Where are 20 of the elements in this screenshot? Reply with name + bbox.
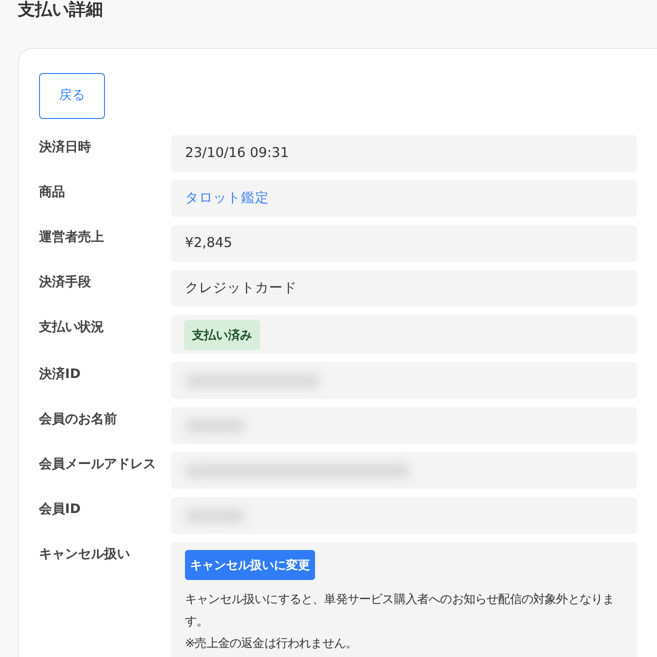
field-label: 決済ID: [39, 366, 82, 384]
field-label: 決済日時: [39, 138, 92, 157]
field-label: 運営者売上: [39, 229, 105, 247]
field-value: クレジットカード: [171, 270, 637, 307]
status-label: 支払い済み: [184, 320, 260, 350]
back-button[interactable]: 戻る: [39, 73, 105, 119]
field-label: 会員メールアドレス: [39, 456, 157, 474]
field-value: ¥2,845: [171, 225, 637, 262]
cancel-button[interactable]: キャンセル扱いに変更: [185, 550, 315, 580]
field-label: 会員のお名前: [39, 411, 118, 429]
field-label: 商品: [39, 184, 66, 202]
field-label: キャンセル扱い: [39, 546, 131, 564]
page-title: 支払い詳細: [18, 0, 104, 20]
product-link[interactable]: タロット鑑定: [185, 190, 269, 206]
notice-text: キャンセル扱いにすると、単発サービス購入者へのお知らせ配信の対象外となります。: [185, 591, 616, 630]
field-value: 23/10/16 09:31: [171, 135, 637, 172]
field-label: 決済手段: [39, 274, 92, 292]
field-label: 支払い状況: [39, 319, 105, 337]
field-label: 会員ID: [39, 501, 82, 519]
warning-text: ※売上金の返金は行われません。: [185, 635, 358, 652]
